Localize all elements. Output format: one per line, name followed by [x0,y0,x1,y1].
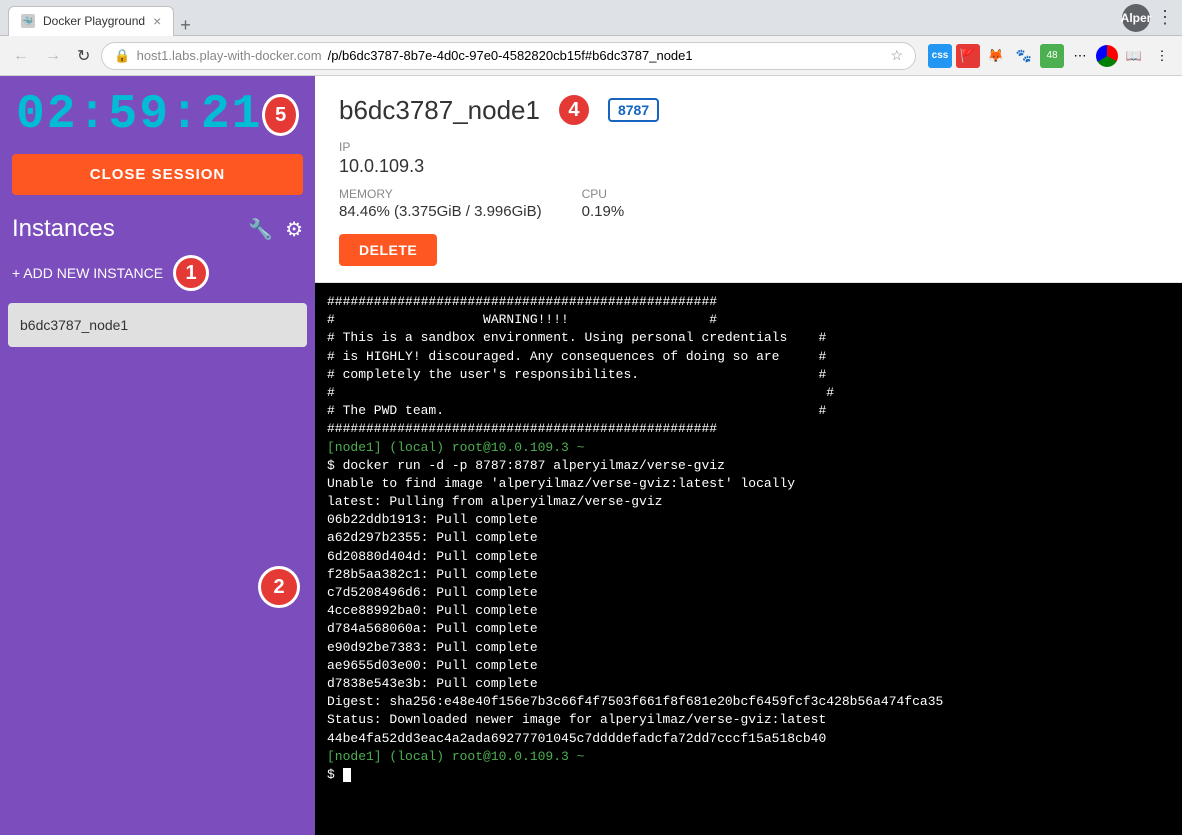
ip-stat-group: IP 10.0.109.3 [339,140,1158,177]
tab-favicon-icon: 🐳 [21,14,35,28]
browser-frame: 🐳 Docker Playground × + Alper ⋮ ← → ↻ 🔒 … [0,0,1182,835]
ext-dots-button[interactable]: ⋯ [1068,44,1092,68]
badge-1-label: 1 [185,262,196,285]
terminal-line: d784a568060a: Pull complete [327,620,1170,638]
port-link[interactable]: 8787 [608,98,659,122]
node-header: b6dc3787_node1 4 8787 [339,92,1158,128]
back-button[interactable]: ← [8,45,34,67]
browser-toolbar: ← → ↻ 🔒 host1.labs.play-with-docker.com … [0,36,1182,76]
terminal-line: [node1] (local) root@10.0.109.3 ~ [327,439,1170,457]
terminal-line: e90d92be7383: Pull complete [327,639,1170,657]
ext-puzzle-button[interactable]: 48 [1040,44,1064,68]
add-instance-label: + ADD NEW INSTANCE [12,265,163,281]
memory-label: Memory [339,187,542,201]
instance-name: b6dc3787_node1 [20,317,128,333]
profile-button[interactable]: Alper [1122,4,1150,32]
memory-cpu-stats: Memory 84.46% (3.375GiB / 3.996GiB) CPU … [339,187,1158,220]
node-info-panel: b6dc3787_node1 4 8787 IP 10.0.109.3 Memo… [315,76,1182,283]
terminal-line: Status: Downloaded newer image for alper… [327,711,1170,729]
address-bar[interactable]: 🔒 host1.labs.play-with-docker.com /p/b6d… [101,42,916,70]
badge-1: 1 [173,255,209,291]
memory-value: 84.46% (3.375GiB / 3.996GiB) [339,203,542,220]
sidebar: 02:59:21 5 CLOSE SESSION Instances 🔧 ⚙ +… [0,76,315,835]
terminal-line: f28b5aa382c1: Pull complete [327,566,1170,584]
badge-4: 4 [556,92,592,128]
reload-button[interactable]: ↻ [72,44,95,68]
ip-label: IP [339,140,1158,154]
terminal-cursor [343,768,351,782]
terminal-line: latest: Pulling from alperyilmaz/verse-g… [327,493,1170,511]
terminal-line: Unable to find image 'alperyilmaz/verse-… [327,475,1170,493]
timer-area: 02:59:21 5 [0,76,315,150]
browser-titlebar: 🐳 Docker Playground × + Alper ⋮ [0,0,1182,36]
ext-red-button[interactable]: 🚩 [956,44,980,68]
terminal-line: ae9655d03e00: Pull complete [327,657,1170,675]
terminal-line: $ docker run -d -p 8787:8787 alperyilmaz… [327,457,1170,475]
ext-reader-button[interactable]: 📖 [1122,44,1146,68]
terminal-line: a62d297b2355: Pull complete [327,529,1170,547]
terminal-line: ########################################… [327,420,1170,438]
wrench-icon[interactable]: 🔧 [248,217,273,242]
badge-5: 5 [262,94,299,136]
cpu-value: 0.19% [582,203,625,220]
terminal-line: 06b22ddb1913: Pull complete [327,511,1170,529]
terminal-line: # This is a sandbox environment. Using p… [327,329,1170,347]
new-tab-button[interactable]: + [174,15,197,36]
ip-value: 10.0.109.3 [339,156,1158,177]
address-domain: host1.labs.play-with-docker.com [137,48,322,63]
memory-stat: Memory 84.46% (3.375GiB / 3.996GiB) [339,187,542,220]
terminal-line: # The PWD team. # [327,402,1170,420]
ext-chrome-button[interactable] [1096,45,1118,67]
ext-menu-button[interactable]: ⋮ [1150,44,1174,68]
terminal-line: 4cce88992ba0: Pull complete [327,602,1170,620]
tab-area: 🐳 Docker Playground × + [8,0,197,36]
badge-4-label: 4 [568,99,579,122]
forward-button[interactable]: → [40,45,66,67]
close-session-button[interactable]: CLOSE SESSION [12,154,303,195]
terminal-line: # completely the user's responsibilites.… [327,366,1170,384]
instances-header: Instances 🔧 ⚙ [0,207,315,251]
terminal-line: c7d5208496d6: Pull complete [327,584,1170,602]
session-timer: 02:59:21 [16,88,262,142]
node-title: b6dc3787_node1 [339,95,540,126]
terminal-line: Digest: sha256:e48e40f156e7b3c66f4f7503f… [327,693,1170,711]
toolbar-extensions: css 🚩 🦊 🐾 48 ⋯ 📖 ⋮ [928,44,1174,68]
terminal-line: # # [327,384,1170,402]
main-content: 02:59:21 5 CLOSE SESSION Instances 🔧 ⚙ +… [0,76,1182,835]
cpu-stat: CPU 0.19% [582,187,625,220]
terminal-line: # is HIGHLY! discouraged. Any consequenc… [327,348,1170,366]
terminal-line: 6d20880d404d: Pull complete [327,548,1170,566]
ext-gnome-button[interactable]: 🐾 [1012,44,1036,68]
terminal-line: ########################################… [327,293,1170,311]
terminal-line: [node1] (local) root@10.0.109.3 ~ [327,748,1170,766]
terminal-line: d7838e543e3b: Pull complete [327,675,1170,693]
browser-tab[interactable]: 🐳 Docker Playground × [8,6,174,36]
tab-close-button[interactable]: × [153,13,161,29]
instances-title: Instances [12,215,236,243]
address-path: /p/b6dc3787-8b7e-4d0c-97e0-4582820cb15f#… [328,48,693,63]
node-stats: IP 10.0.109.3 [339,140,1158,177]
instance-item[interactable]: b6dc3787_node1 [8,303,307,347]
ext-css-button[interactable]: css [928,44,952,68]
settings-icon[interactable]: ⚙ [285,217,303,242]
terminal-line: $ [327,766,1170,784]
badge-5-label: 5 [275,104,286,127]
bookmark-icon[interactable]: ☆ [890,47,903,64]
tab-title: Docker Playground [43,14,145,28]
terminal-line: # WARNING!!!! # [327,311,1170,329]
browser-menu-button[interactable]: ⋮ [1156,7,1174,28]
terminal-line: 44be4fa52dd3eac4a2ada69277701045c7ddddef… [327,730,1170,748]
add-instance-row[interactable]: + ADD NEW INSTANCE 1 [12,255,303,291]
ext-fox-button[interactable]: 🦊 [984,44,1008,68]
cpu-label: CPU [582,187,625,201]
right-panel: b6dc3787_node1 4 8787 IP 10.0.109.3 Memo… [315,76,1182,835]
delete-button[interactable]: DELETE [339,234,437,266]
terminal[interactable]: ########################################… [315,283,1182,835]
